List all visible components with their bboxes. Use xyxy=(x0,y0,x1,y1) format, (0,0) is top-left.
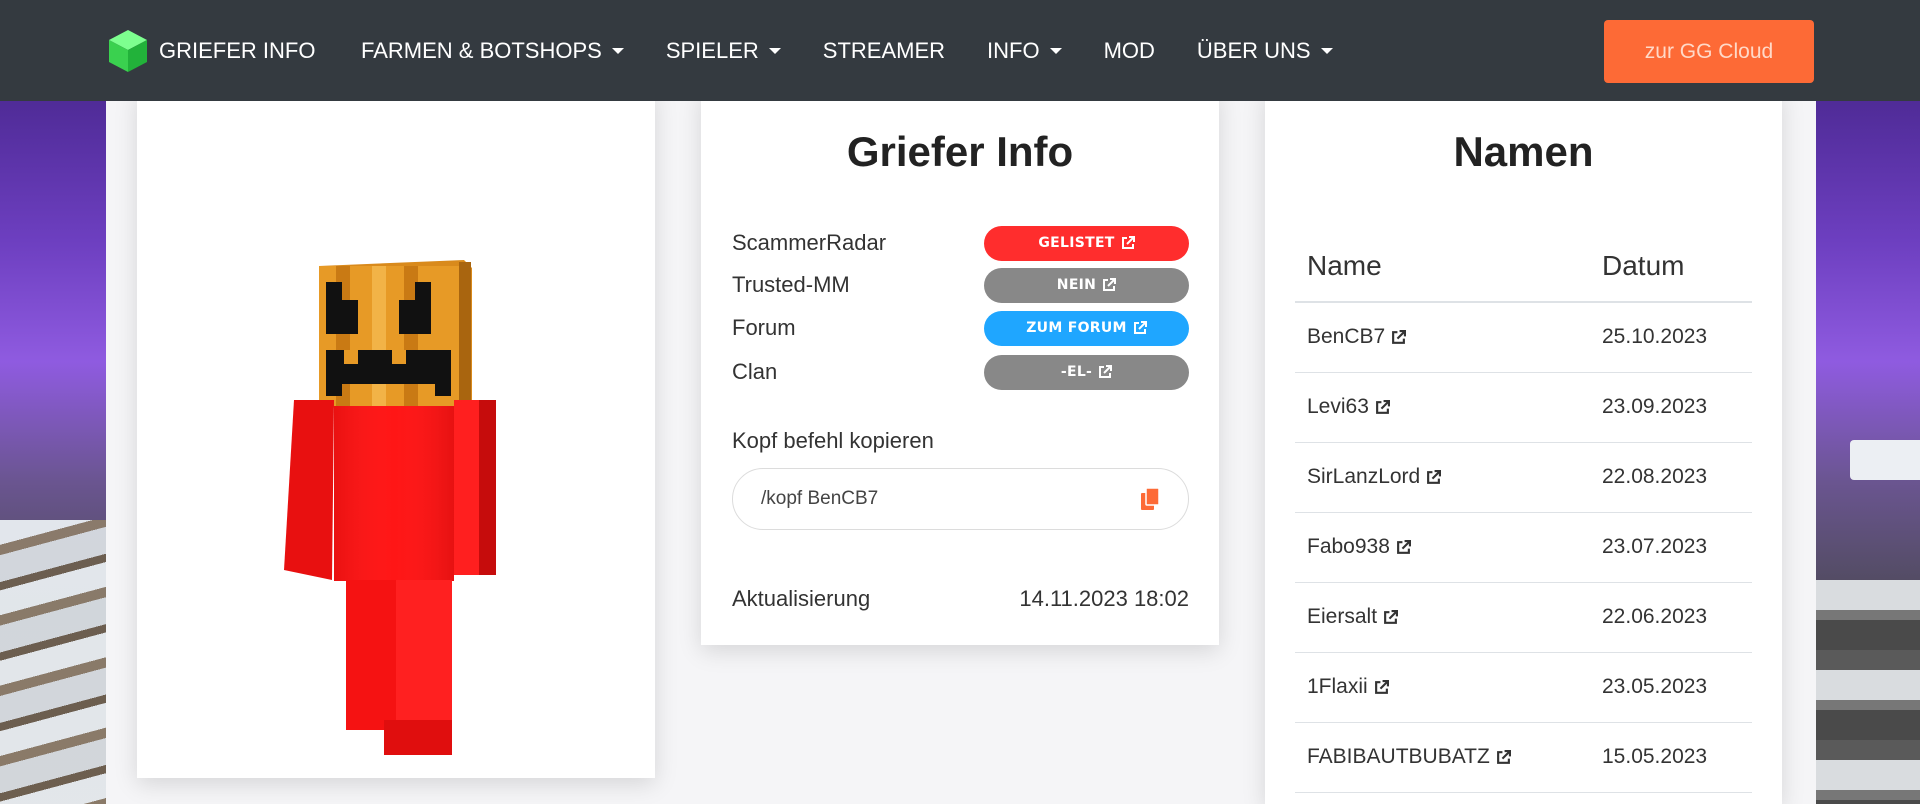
update-timestamp: 14.11.2023 18:02 xyxy=(1019,586,1189,611)
table-header-row: Name Datum xyxy=(1295,230,1752,303)
external-link-icon xyxy=(1392,329,1407,344)
name-text: SirLanzLord xyxy=(1307,465,1421,488)
name-link[interactable]: BenCB7 xyxy=(1307,325,1407,349)
trusted-mm-badge[interactable]: NEIN xyxy=(984,267,1189,303)
name-link[interactable]: Fabo938 xyxy=(1307,535,1411,559)
nav-menu: FARMEN & BOTSHOPS SPIELER STREAMER INFO … xyxy=(340,0,1354,101)
name-link[interactable]: 1Flaxii xyxy=(1307,675,1389,699)
gg-cloud-button[interactable]: zur GG Cloud xyxy=(1604,20,1814,83)
info-row-label: Clan xyxy=(732,359,778,384)
info-card-title: Griefer Info xyxy=(846,128,1074,175)
names-card-title: Namen xyxy=(1453,128,1594,175)
background-cloud-right xyxy=(1850,440,1920,480)
date-cell: 23.09.2023 xyxy=(1590,372,1752,443)
clan-badge[interactable]: -EL- xyxy=(984,354,1189,390)
nav-item-label: ÜBER UNS xyxy=(1196,37,1311,63)
name-text: Levi63 xyxy=(1307,395,1369,418)
copy-icon[interactable] xyxy=(1140,487,1160,511)
name-history-card: Namen Name Datum BenCB7 25.10.2023 Levi6… xyxy=(1265,90,1782,804)
external-link-icon xyxy=(1121,236,1135,249)
badge-label: GELISTET xyxy=(1038,235,1115,251)
table-row: FABIBAUTBUBATZ 15.05.2023 xyxy=(1295,722,1752,793)
nav-item-streamer[interactable]: STREAMER xyxy=(802,38,966,64)
brand-name: GRIEFER INFO xyxy=(159,38,316,63)
external-link-icon xyxy=(1496,749,1511,764)
update-label: Aktualisierung xyxy=(732,586,871,611)
name-text: 1Flaxii xyxy=(1307,675,1368,698)
brand-link[interactable]: GRIEFER INFO xyxy=(107,28,315,74)
column-header-date: Datum xyxy=(1590,230,1752,303)
skin-card xyxy=(137,90,655,778)
external-link-icon xyxy=(1099,365,1113,378)
nav-item-label: STREAMER xyxy=(822,37,946,63)
date-cell: 23.07.2023 xyxy=(1590,512,1752,583)
external-link-icon xyxy=(1133,321,1147,334)
head-command-field[interactable]: /kopf BenCB7 xyxy=(732,468,1189,530)
name-link[interactable]: FABIBAUTBUBATZ xyxy=(1307,745,1511,769)
nav-item-label: FARMEN & BOTSHOPS xyxy=(361,37,602,63)
update-row: Aktualisierung 14.11.2023 18:02 xyxy=(732,586,1189,612)
external-link-icon xyxy=(1375,399,1390,414)
table-row: Eiersalt 22.06.2023 xyxy=(1295,582,1752,653)
player-skin-image xyxy=(284,260,496,755)
badge-label: ZUM FORUM xyxy=(1026,320,1127,336)
info-row-forum: Forum ZUM FORUM xyxy=(732,310,1189,346)
info-row-scammerradar: ScammerRadar GELISTET xyxy=(732,225,1189,261)
caret-down-icon xyxy=(1049,47,1062,54)
nav-item-ueber-uns[interactable]: ÜBER UNS xyxy=(1176,38,1354,64)
external-link-icon xyxy=(1384,609,1399,624)
name-text: Eiersalt xyxy=(1307,605,1378,628)
table-row: SirLanzLord 22.08.2023 xyxy=(1295,442,1752,513)
table-row: 1Flaxii 23.05.2023 xyxy=(1295,652,1752,723)
name-link[interactable]: Levi63 xyxy=(1307,395,1390,419)
caret-down-icon xyxy=(1320,47,1333,54)
copy-command-label: Kopf befehl kopieren xyxy=(732,428,934,453)
caret-down-icon xyxy=(611,47,624,54)
external-link-icon xyxy=(1427,469,1442,484)
badge-label: -EL- xyxy=(1060,364,1093,380)
cube-logo-icon xyxy=(109,30,147,72)
background-snow-right xyxy=(1810,580,1920,804)
table-row: Levi63 23.09.2023 xyxy=(1295,372,1752,443)
date-cell: 22.06.2023 xyxy=(1590,582,1752,653)
external-link-icon xyxy=(1103,278,1117,291)
forum-badge[interactable]: ZUM FORUM xyxy=(984,310,1189,346)
background-snow-left xyxy=(0,520,110,804)
nav-item-label: SPIELER xyxy=(665,37,759,63)
nav-item-label: MOD xyxy=(1103,37,1155,63)
navbar: GRIEFER INFO FARMEN & BOTSHOPS SPIELER S… xyxy=(0,0,1920,101)
external-link-icon xyxy=(1396,539,1411,554)
head-command-value: /kopf BenCB7 xyxy=(761,488,879,509)
nav-item-spieler[interactable]: SPIELER xyxy=(645,38,802,64)
external-link-icon xyxy=(1374,679,1389,694)
column-header-name: Name xyxy=(1295,230,1590,303)
info-row-trusted-mm: Trusted-MM NEIN xyxy=(732,267,1189,303)
name-text: Fabo938 xyxy=(1307,535,1390,558)
date-cell: 22.08.2023 xyxy=(1590,442,1752,513)
info-row-label: Forum xyxy=(732,315,796,340)
info-row-clan: Clan -EL- xyxy=(732,354,1189,390)
nav-item-mod[interactable]: MOD xyxy=(1083,38,1176,64)
nav-item-info[interactable]: INFO xyxy=(966,38,1083,64)
caret-down-icon xyxy=(768,47,781,54)
table-row: Fabo938 23.07.2023 xyxy=(1295,512,1752,583)
nav-item-label: INFO xyxy=(987,37,1040,63)
date-cell: 15.05.2023 xyxy=(1590,722,1752,793)
date-cell: 25.10.2023 xyxy=(1590,302,1752,373)
date-cell: 23.05.2023 xyxy=(1590,652,1752,723)
table-row: BenCB7 25.10.2023 xyxy=(1295,302,1752,373)
scammerradar-badge[interactable]: GELISTET xyxy=(984,225,1189,261)
griefer-info-card: Griefer Info ScammerRadar GELISTET Trust… xyxy=(701,90,1219,645)
info-row-label: ScammerRadar xyxy=(732,230,887,255)
nav-item-farmen-botshops[interactable]: FARMEN & BOTSHOPS xyxy=(340,38,645,64)
name-link[interactable]: Eiersalt xyxy=(1307,605,1399,629)
name-text: BenCB7 xyxy=(1307,325,1386,349)
info-row-label: Trusted-MM xyxy=(732,272,850,297)
badge-label: NEIN xyxy=(1056,277,1097,293)
name-text: FABIBAUTBUBATZ xyxy=(1307,745,1490,768)
name-history-table: Name Datum BenCB7 25.10.2023 Levi63 23.0… xyxy=(1295,230,1752,793)
name-link[interactable]: SirLanzLord xyxy=(1307,465,1442,489)
